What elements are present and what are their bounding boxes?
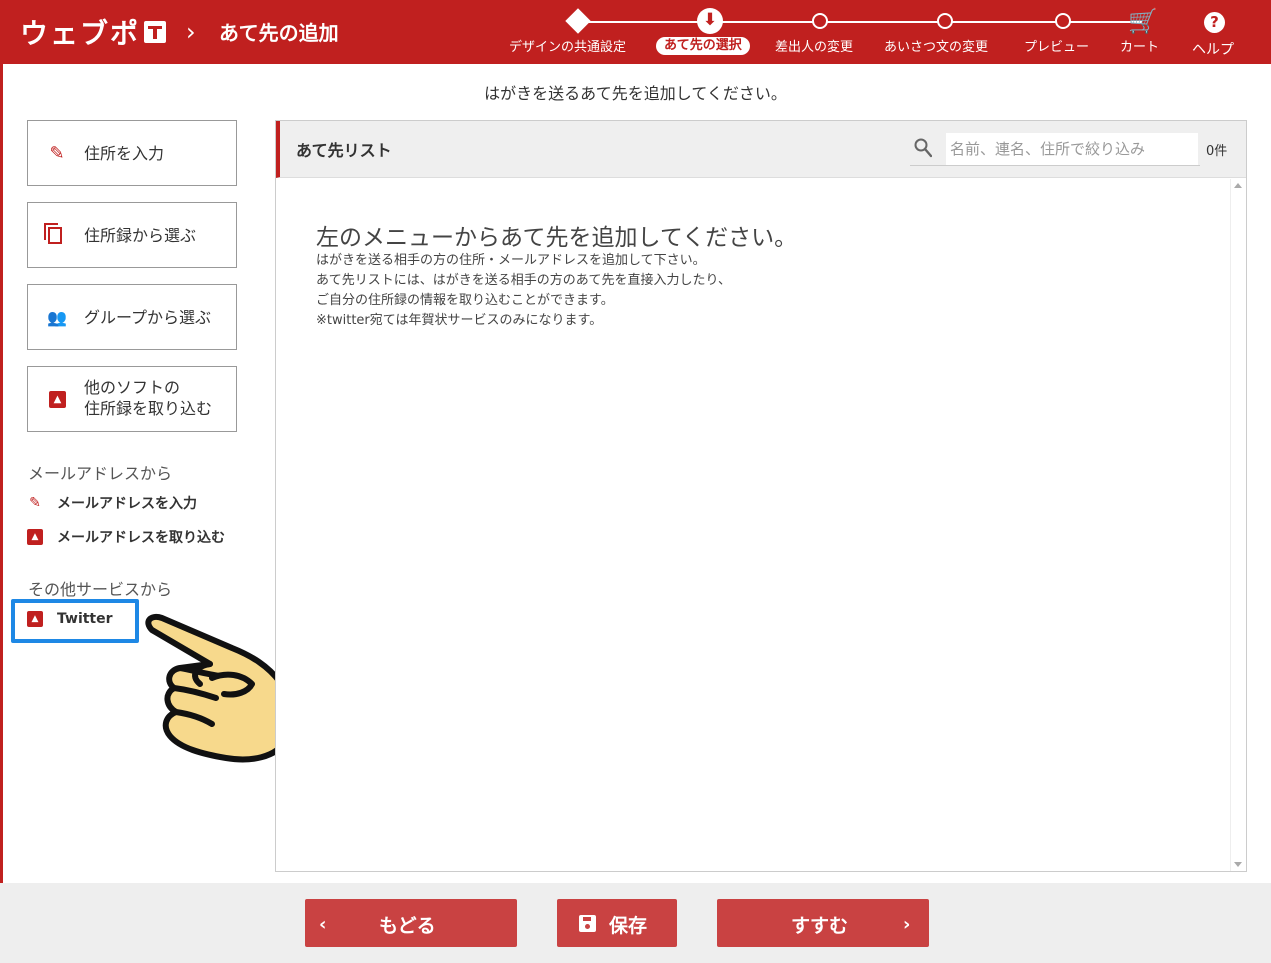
import-label-line1: 他のソフトの [84,378,181,397]
save-button[interactable]: 保存 [557,899,677,947]
twitter-link[interactable]: ▲ Twitter [27,607,113,631]
choose-from-address-book-label: 住所録から選ぶ [84,225,197,245]
instruction-text: はがきを送るあて先を追加してください。 [484,84,787,103]
step-preview[interactable]: プレビュー [1024,36,1089,55]
app-header: ウェブポ › あて先の追加 🛒 デザインの共通設定 あて先の選択 差出人の変更 … [0,0,1271,64]
import-other-software-label: 他のソフトの 住所録を取り込む [84,377,212,419]
back-button[interactable]: ‹ もどる [305,899,517,947]
help-icon[interactable]: ? [1204,12,1225,33]
logo-text: ウェブポ [20,17,141,50]
search-icon[interactable] [914,138,932,158]
enter-address-label: 住所を入力 [84,143,165,163]
step-node-greeting [937,13,953,29]
scroll-down-arrow-icon[interactable] [1234,862,1242,867]
step-node-current [697,8,723,34]
other-services-title: その他サービスから [28,580,173,599]
group-icon: 👥 [47,308,67,327]
choose-from-group-label: グループから選ぶ [84,307,212,327]
step-node-preview [1055,13,1071,29]
page-title: あて先の追加 [219,21,339,45]
pencil-icon: ✎ [49,143,65,164]
step-recipients[interactable]: あて先の選択 [656,37,750,55]
choose-from-address-book-button[interactable]: 住所録から選ぶ [27,202,237,268]
save-label: 保存 [609,915,648,937]
recipient-list-panel: あて先リスト 0件 左のメニューからあて先を追加してください。 はがきを送る相手… [275,120,1247,872]
import-email-link[interactable]: ▲ メールアドレスを取り込む [27,525,225,549]
empty-line: ご自分の住所録の情報を取り込むことができます。 [316,293,614,308]
next-button[interactable]: すすむ › [717,899,929,947]
copy-icon [44,223,62,244]
step-node-design [565,8,591,34]
panel-title: あて先リスト [296,141,392,160]
panel-scrollbar[interactable] [1230,179,1246,871]
mail-section-title: メールアドレスから [28,464,173,483]
empty-line: ※twitter宛ては年賀状サービスのみになります。 [316,313,603,328]
import-other-software-button[interactable]: ▲ 他のソフトの 住所録を取り込む [27,366,237,432]
help-label[interactable]: ヘルプ [1192,39,1234,59]
step-sender[interactable]: 差出人の変更 [775,36,853,55]
enter-email-link[interactable]: ✎ メールアドレスを入力 [27,491,197,515]
logo[interactable]: ウェブポ [20,12,167,52]
cart-icon[interactable]: 🛒 [1128,8,1158,34]
search-input[interactable] [946,133,1198,165]
twitter-label: Twitter [57,611,113,627]
panel-header: あて先リスト 0件 [276,121,1246,178]
result-count: 0件 [1206,144,1228,159]
enter-address-button[interactable]: ✎ 住所を入力 [27,120,237,186]
breadcrumb-chevron-icon: › [186,18,196,46]
choose-from-group-button[interactable]: 👥 グループから選ぶ [27,284,237,350]
import-icon: ▲ [49,391,66,408]
chevron-right-icon: › [903,914,911,935]
import-email-label: メールアドレスを取り込む [57,530,225,546]
scroll-up-arrow-icon[interactable] [1234,183,1242,188]
next-label: すすむ [791,915,849,937]
search-underline [910,165,1200,166]
left-accent-border [0,64,3,963]
footer-bar: ‹ もどる 保存 すすむ › [0,883,1271,963]
empty-state-title: 左のメニューからあて先を追加してください。 [316,225,798,251]
pencil-icon: ✎ [29,495,41,511]
step-design[interactable]: デザインの共通設定 [509,36,626,55]
import-label-line2: 住所録を取り込む [84,399,213,418]
postbox-icon [144,21,167,43]
back-label: もどる [379,915,436,937]
enter-email-label: メールアドレスを入力 [57,496,197,512]
step-cart[interactable]: カート [1120,36,1159,55]
empty-state-description: はがきを送る相手の方の住所・メールアドレスを追加して下さい。 あて先リストには、… [316,251,731,331]
save-icon [579,915,596,932]
empty-line: はがきを送る相手の方の住所・メールアドレスを追加して下さい。 [316,253,706,268]
chevron-left-icon: ‹ [319,914,327,935]
import-icon: ▲ [27,529,43,545]
empty-line: あて先リストには、はがきを送る相手の方のあて先を直接入力したり、 [316,273,731,288]
step-greeting[interactable]: あいさつ文の変更 [884,36,988,55]
step-node-sender [812,13,828,29]
import-icon: ▲ [27,611,43,627]
